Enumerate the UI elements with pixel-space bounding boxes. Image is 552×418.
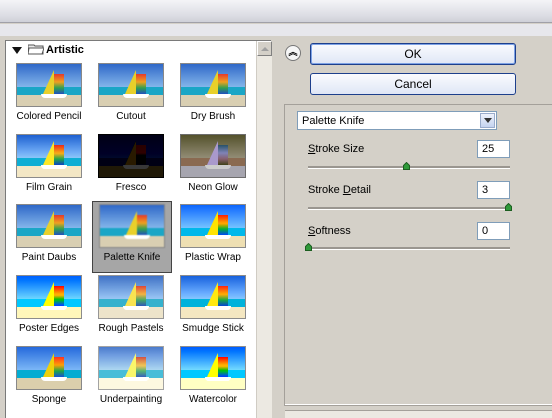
collapse-gallery-button[interactable]: ︽ xyxy=(285,45,301,61)
thumbnail-preview-image xyxy=(16,346,82,390)
cancel-button[interactable]: Cancel xyxy=(310,73,516,95)
title-strip xyxy=(0,24,552,36)
category-title: Artistic xyxy=(46,44,84,56)
double-chevron-up-icon: ︽ xyxy=(288,47,298,57)
stroke-detail-slider-thumb[interactable] xyxy=(505,203,512,211)
thumbnail-label: Colored Pencil xyxy=(16,111,82,122)
stroke-size-label: Stroke Size xyxy=(308,143,365,155)
thumbnail-preview-image xyxy=(16,275,82,319)
filter-thumbnail[interactable]: Dry Brush xyxy=(180,63,246,122)
expand-triangle-icon[interactable] xyxy=(12,47,22,54)
softness-label: Softness xyxy=(308,225,351,237)
stroke-size-slider-thumb[interactable] xyxy=(403,162,410,170)
ok-button[interactable]: OK xyxy=(310,43,516,65)
thumbnail-preview-image xyxy=(180,134,246,178)
folder-open-icon xyxy=(28,44,44,55)
filter-thumbnail[interactable]: Neon Glow xyxy=(180,134,246,193)
thumbnail-label: Cutout xyxy=(116,111,146,122)
divider xyxy=(285,404,552,405)
filter-thumbnail[interactable]: Poster Edges xyxy=(16,275,82,334)
filter-thumbnail[interactable]: Fresco xyxy=(98,134,164,193)
thumbnail-preview-image xyxy=(16,63,82,107)
category-header[interactable]: Artistic xyxy=(6,41,256,59)
stroke-size-input[interactable]: 25 xyxy=(477,140,510,158)
softness-slider-track[interactable] xyxy=(308,247,510,250)
thumbnail-label: Poster Edges xyxy=(18,323,80,334)
stroke-detail-slider-track[interactable] xyxy=(308,207,510,210)
softness-input[interactable]: 0 xyxy=(477,222,510,240)
thumbnail-label: Palette Knife xyxy=(103,252,161,263)
thumbnail-preview-image xyxy=(99,204,165,248)
filter-thumbnail[interactable]: Colored Pencil xyxy=(16,63,82,122)
thumbnail-preview-image xyxy=(16,204,82,248)
thumbnail-preview-image xyxy=(98,275,164,319)
filter-thumbnail[interactable]: Rough Pastels xyxy=(98,275,164,334)
filter-thumbnail[interactable]: Watercolor xyxy=(180,346,246,405)
softness-slider-thumb[interactable] xyxy=(305,243,312,251)
stroke-detail-input[interactable]: 3 xyxy=(477,181,510,199)
filter-thumbnail[interactable]: Sponge xyxy=(16,346,82,405)
thumbnail-preview-image xyxy=(180,346,246,390)
gallery-scrollbar[interactable] xyxy=(256,41,272,418)
window-title-bar xyxy=(0,0,552,23)
thumbnail-label: Underpainting xyxy=(99,394,163,405)
filter-thumbnail[interactable]: Film Grain xyxy=(16,134,82,193)
filter-select-value: Palette Knife xyxy=(302,115,365,127)
stroke-detail-label: Stroke Detail xyxy=(308,184,371,196)
thumbnail-preview-image xyxy=(180,204,246,248)
filter-thumbnail[interactable]: Smudge Stick xyxy=(180,275,246,334)
filter-thumbnail[interactable]: Plastic Wrap xyxy=(180,204,246,263)
thumbnail-label: Dry Brush xyxy=(190,111,236,122)
thumbnail-label: Neon Glow xyxy=(188,182,238,193)
filter-thumbnail[interactable]: Cutout xyxy=(98,63,164,122)
thumbnail-preview-image xyxy=(16,134,82,178)
filter-thumbnail[interactable]: Palette Knife xyxy=(92,201,172,273)
filter-thumbnail[interactable]: Paint Daubs xyxy=(16,204,82,263)
thumbnail-preview-image xyxy=(98,346,164,390)
filter-gallery-panel[interactable]: Artistic Colored Pencil Cutout Dry Brush Fi… xyxy=(5,40,272,418)
scroll-up-button[interactable] xyxy=(257,41,272,56)
thumbnail-preview-image xyxy=(180,63,246,107)
chevron-down-icon[interactable] xyxy=(480,113,495,128)
filter-thumbnail[interactable]: Underpainting xyxy=(98,346,164,405)
thumbnail-label: Smudge Stick xyxy=(182,323,244,334)
thumbnail-preview-image xyxy=(180,275,246,319)
thumbnail-label: Paint Daubs xyxy=(21,252,77,263)
thumbnail-label: Sponge xyxy=(31,394,67,405)
thumbnail-label: Film Grain xyxy=(25,182,73,193)
thumbnail-label: Fresco xyxy=(115,182,147,193)
thumbnail-label: Watercolor xyxy=(189,394,237,405)
thumbnail-label: Plastic Wrap xyxy=(185,252,241,263)
thumbnail-preview-image xyxy=(98,134,164,178)
filter-select[interactable]: Palette Knife xyxy=(297,111,497,130)
thumbnail-label: Rough Pastels xyxy=(98,323,164,334)
thumbnail-preview-image xyxy=(98,63,164,107)
